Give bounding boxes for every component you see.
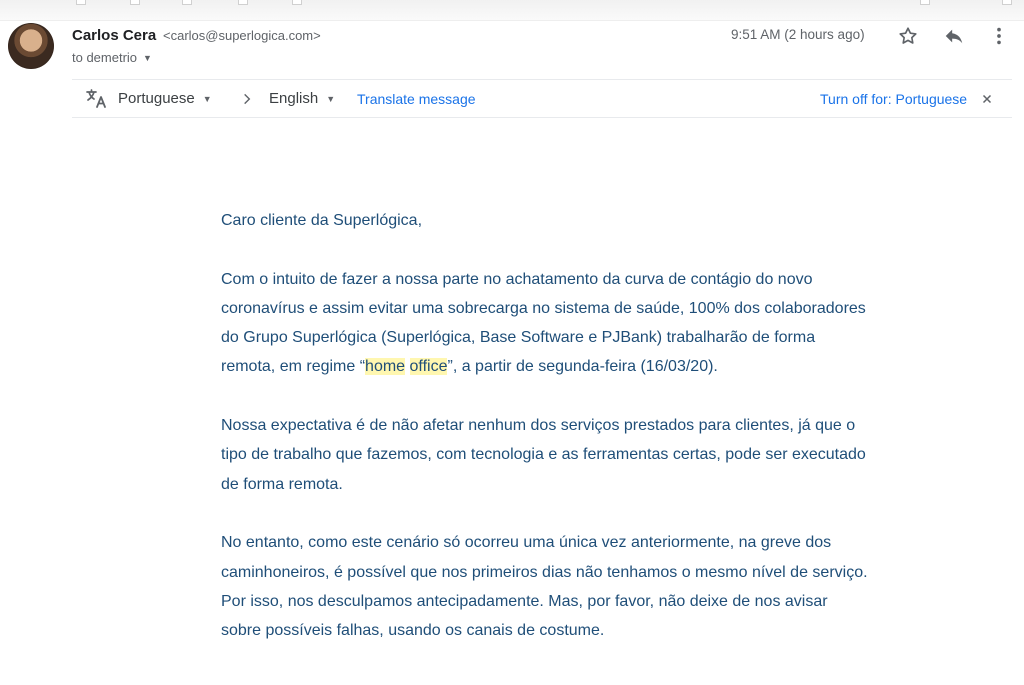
reply-button[interactable] — [940, 22, 968, 50]
recipients-label: to demetrio — [72, 50, 138, 65]
email-view: Carlos Cera <carlos@superlogica.com> to … — [0, 0, 1024, 685]
toolbar-edge — [920, 0, 930, 5]
recipients-line[interactable]: to demetrio ▼ — [72, 50, 152, 65]
toolbar-edge — [238, 0, 248, 5]
close-icon — [982, 94, 992, 103]
highlighted-text: office — [409, 358, 448, 376]
highlighted-text: home — [365, 358, 406, 376]
toolbar-edge — [292, 0, 302, 5]
star-button[interactable] — [894, 22, 922, 50]
translate-message-label: Translate message — [357, 90, 476, 107]
translate-icon — [84, 80, 108, 117]
toolbar-strip — [0, 0, 1024, 21]
chevron-down-icon: ▼ — [326, 93, 336, 104]
turn-off-translation-link[interactable]: Turn off for: Portuguese — [820, 80, 967, 117]
translate-bar: Portuguese ▼ English ▼ Translate message… — [72, 79, 1012, 118]
chevron-right-icon — [240, 80, 254, 117]
source-language-label: Portuguese — [118, 90, 195, 107]
sender-email: <carlos@superlogica.com> — [163, 28, 321, 43]
paragraph-text: ”, a partir de segunda-feira (16/03/20). — [447, 358, 718, 376]
more-vert-icon — [997, 27, 1001, 45]
close-translate-button[interactable] — [981, 80, 993, 117]
avatar[interactable] — [8, 23, 54, 69]
toolbar-edge — [76, 0, 86, 5]
source-language-select[interactable]: Portuguese ▼ — [118, 80, 212, 117]
toolbar-edge — [130, 0, 140, 5]
toolbar-edge — [182, 0, 192, 5]
target-language-label: English — [269, 90, 319, 107]
paragraph: Nossa expectativa é de não afetar nenhum… — [221, 417, 866, 493]
sender-name[interactable]: Carlos Cera — [72, 27, 156, 44]
paragraph: Com o intuito de fazer a nossa parte no … — [221, 265, 871, 382]
target-language-select[interactable]: English ▼ — [269, 80, 335, 117]
chevron-down-icon[interactable]: ▼ — [143, 53, 152, 63]
paragraph: No entanto, como este cenário só ocorreu… — [221, 534, 868, 640]
star-icon — [899, 27, 917, 44]
more-button[interactable] — [985, 22, 1013, 50]
timestamp: 9:51 AM (2 hours ago) — [731, 27, 865, 42]
toolbar-edge — [1002, 0, 1012, 5]
chevron-down-icon: ▼ — [202, 93, 212, 104]
reply-icon — [945, 29, 963, 44]
greeting: Caro cliente da Superlógica, — [221, 212, 423, 229]
message-body: Caro cliente da Superlógica, Com o intui… — [221, 206, 871, 675]
translate-message-link[interactable]: Translate message — [357, 80, 476, 117]
turn-off-label: Turn off for: Portuguese — [820, 90, 968, 107]
paragraph-text — [405, 358, 409, 375]
